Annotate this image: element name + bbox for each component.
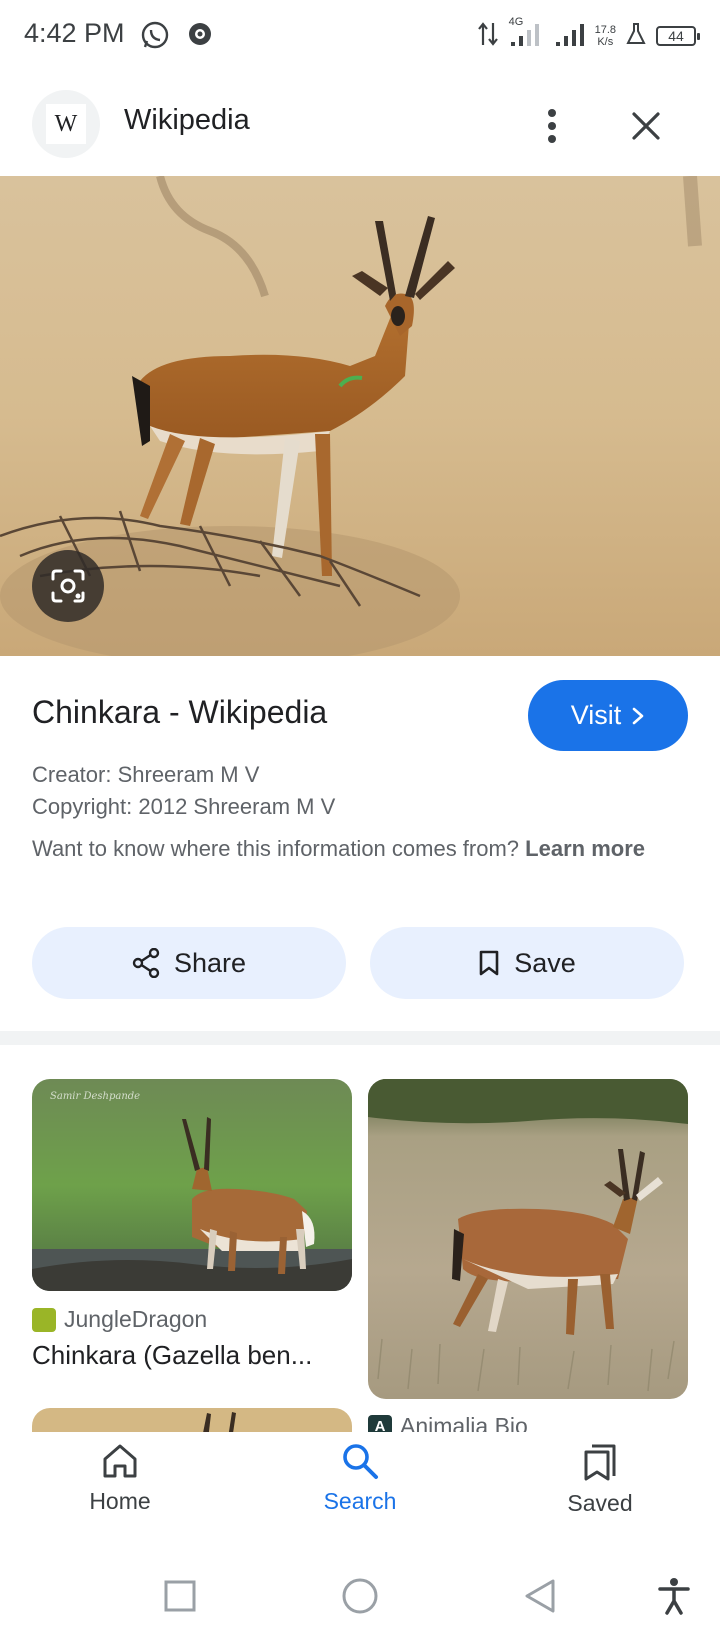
home-circle-icon <box>342 1578 378 1614</box>
status-right: 4G 17.8 K/s 44 <box>477 16 700 56</box>
nav-home[interactable]: Home <box>40 1442 200 1515</box>
learn-more-link[interactable]: Learn more <box>525 836 645 861</box>
related-title-1[interactable]: Chinkara (Gazella ben... <box>32 1340 332 1371</box>
save-button[interactable]: Save <box>370 927 684 999</box>
close-icon <box>632 112 660 140</box>
image-watermark: Samir Deshpande <box>50 1091 141 1102</box>
data-transfer-icon <box>477 21 499 52</box>
copyright-text: Copyright: 2012 Shreeram M V <box>32 794 336 819</box>
hero-image[interactable] <box>0 176 720 656</box>
section-divider <box>0 1031 720 1045</box>
related-source-name-1: JungleDragon <box>64 1306 208 1332</box>
related-image-1[interactable]: Samir Deshpande <box>32 1079 352 1291</box>
creator-text: Creator: Shreeram M V <box>32 762 260 787</box>
more-options-button[interactable] <box>528 102 576 150</box>
search-icon <box>343 1444 378 1479</box>
nav-saved[interactable]: Saved <box>520 1442 680 1517</box>
related-source-1: JungleDragon <box>32 1306 207 1333</box>
site-name: Wikipedia <box>124 104 250 136</box>
system-navigation-bar <box>0 1552 720 1640</box>
lens-icon <box>51 569 85 603</box>
network-speed: 17.8 K/s <box>594 24 616 48</box>
nav-search-label: Search <box>323 1488 397 1514</box>
result-header: W Wikipedia <box>0 84 720 170</box>
battery-indicator: 44 <box>656 26 700 46</box>
nav-search[interactable]: Search <box>280 1442 440 1515</box>
home-icon <box>103 1444 137 1478</box>
related-image-2[interactable] <box>368 1079 688 1399</box>
visit-label: Visit <box>570 700 622 730</box>
info-source-text: Want to know where this information come… <box>32 832 672 865</box>
save-label: Save <box>514 947 576 978</box>
google-lens-button[interactable] <box>32 550 104 622</box>
recents-square-icon <box>164 1580 196 1612</box>
accessibility-icon <box>658 1578 690 1615</box>
signal-icon-1: 4G <box>509 16 545 53</box>
share-label: Share <box>173 947 247 978</box>
site-favicon: W <box>32 90 100 158</box>
accessibility-button[interactable] <box>652 1574 696 1618</box>
bookmark-icon <box>479 950 499 976</box>
result-title: Chinkara - Wikipedia <box>32 694 328 730</box>
share-icon <box>132 948 160 978</box>
chevron-right-icon <box>632 707 644 724</box>
sync-icon <box>186 20 214 53</box>
close-button[interactable] <box>622 102 670 150</box>
lab-flask-icon <box>626 22 646 51</box>
share-button[interactable]: Share <box>32 927 346 999</box>
nav-saved-label: Saved <box>567 1490 633 1516</box>
saved-collections-icon <box>584 1444 616 1481</box>
back-triangle-icon <box>525 1579 555 1613</box>
status-time: 4:42 PM <box>24 18 125 48</box>
jungledragon-logo-icon <box>32 1307 56 1332</box>
visit-button[interactable]: Visit <box>528 680 688 751</box>
more-vert-icon <box>548 109 556 143</box>
info-question: Want to know where this information come… <box>32 836 520 861</box>
wikipedia-logo-icon: W <box>46 104 86 144</box>
nav-home-label: Home <box>89 1488 151 1514</box>
status-bar: 4:42 PM 4G 17.8 K/s 44 <box>0 0 720 72</box>
back-button[interactable] <box>518 1574 562 1618</box>
whatsapp-icon <box>140 20 170 55</box>
bottom-navigation: Home Search Saved <box>0 1432 720 1552</box>
home-system-button[interactable] <box>338 1574 382 1618</box>
recents-button[interactable] <box>158 1574 202 1618</box>
signal-icon-2 <box>555 20 585 53</box>
